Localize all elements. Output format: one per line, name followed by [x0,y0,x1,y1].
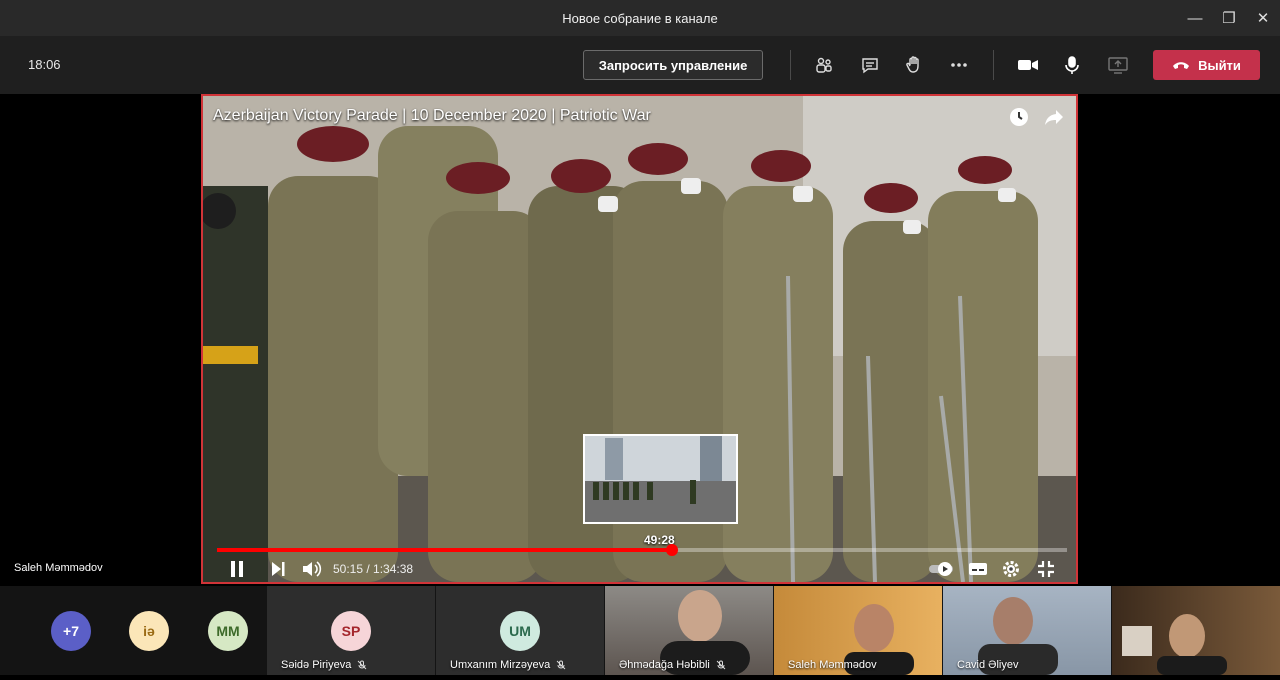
participant-name-label: Səidə Piriyeva [281,659,352,671]
video-title: Azerbaijan Victory Parade | 10 December … [213,107,651,124]
window-controls: — ❐ ✕ [1178,0,1280,36]
participant-gallery: +7 iə MM SP Səidə Piriyeva UM Umxanım Mi… [0,586,1280,675]
exit-fullscreen-icon[interactable] [1037,558,1055,580]
toolbar-divider [790,50,791,80]
participant-name-label: Umxanım Mirzəyeva [450,659,551,671]
mic-icon[interactable] [1060,53,1084,77]
mic-off-icon [556,660,566,670]
participant-video-tile[interactable]: Cavid Əliyev [943,586,1111,675]
pause-icon[interactable] [229,558,245,580]
share-screen-icon[interactable] [1106,53,1130,77]
participant-video-tile[interactable]: Saleh Məmmədov [774,586,942,675]
participant-avatar: SP [331,611,371,651]
close-icon[interactable]: ✕ [1246,0,1280,36]
participant-video-tile[interactable]: Əhmədağa Həbibli [605,586,773,675]
shared-content-stage: Azerbaijan Victory Parade | 10 December … [0,94,1280,586]
hang-up-icon [1173,62,1190,69]
minimize-icon[interactable]: — [1178,0,1212,36]
settings-gear-icon[interactable] [1002,558,1020,580]
more-participants-badge[interactable]: +7 [51,611,91,651]
participant-name-label: Əhmədağa Həbibli [619,659,710,671]
meeting-toolbar: 18:06 Запросить управление Выйти [0,36,1280,94]
participant-name-label: Saleh Məmmədov [788,659,877,671]
chat-icon[interactable] [858,53,882,77]
request-control-button[interactable]: Запросить управление [583,50,763,80]
meeting-timer: 18:06 [28,57,61,72]
video-progress-fill [217,548,672,552]
participant-avatar: UM [500,611,540,651]
participant-video-tile[interactable] [1112,586,1280,675]
participant-name: Cavid Əliyev [957,659,1018,671]
next-icon[interactable] [270,558,286,580]
leave-label: Выйти [1198,57,1241,73]
share-icon[interactable] [1043,106,1065,128]
participant-name: Əhmədağa Həbibli [619,659,726,671]
video-progress-handle[interactable] [665,544,678,556]
toolbar-divider [993,50,994,80]
participant-tile[interactable]: UM Umxanım Mirzəyeva [436,586,604,675]
active-speaker-name: Saleh Məmmədov [14,562,103,574]
mic-off-icon [357,660,367,670]
participant-video-image [1122,614,1227,675]
autoplay-toggle[interactable] [928,558,956,580]
participants-icon[interactable] [812,53,836,77]
camera-icon[interactable] [1016,53,1040,77]
subtitles-icon[interactable] [968,558,988,580]
participant-name: Saleh Məmmədov [788,659,877,671]
volume-icon[interactable] [301,558,323,580]
participant-avatar[interactable]: MM [208,611,248,651]
seek-preview-thumbnail [583,434,738,524]
window-titlebar: Новое собрание в канале — ❐ ✕ [0,0,1280,36]
participant-name-label: Cavid Əliyev [957,659,1019,671]
raise-hand-icon[interactable] [902,53,926,77]
participant-name: Səidə Piriyeva [281,659,367,671]
participant-avatar[interactable]: iə [129,611,169,651]
video-time-display: 50:15 / 1:34:38 [333,562,414,576]
window-title: Новое собрание в канале [562,10,718,26]
video-progress-bar[interactable] [217,544,1067,556]
participant-tile[interactable]: SP Səidə Piriyeva [267,586,435,675]
leave-button[interactable]: Выйти [1153,50,1260,80]
more-icon[interactable] [947,53,971,77]
shared-video-player[interactable]: Azerbaijan Victory Parade | 10 December … [201,94,1078,584]
restore-icon[interactable]: ❐ [1212,0,1246,36]
watch-later-icon[interactable] [1008,106,1030,128]
participant-name: Umxanım Mirzəyeva [450,659,566,671]
mic-off-icon [716,660,726,670]
